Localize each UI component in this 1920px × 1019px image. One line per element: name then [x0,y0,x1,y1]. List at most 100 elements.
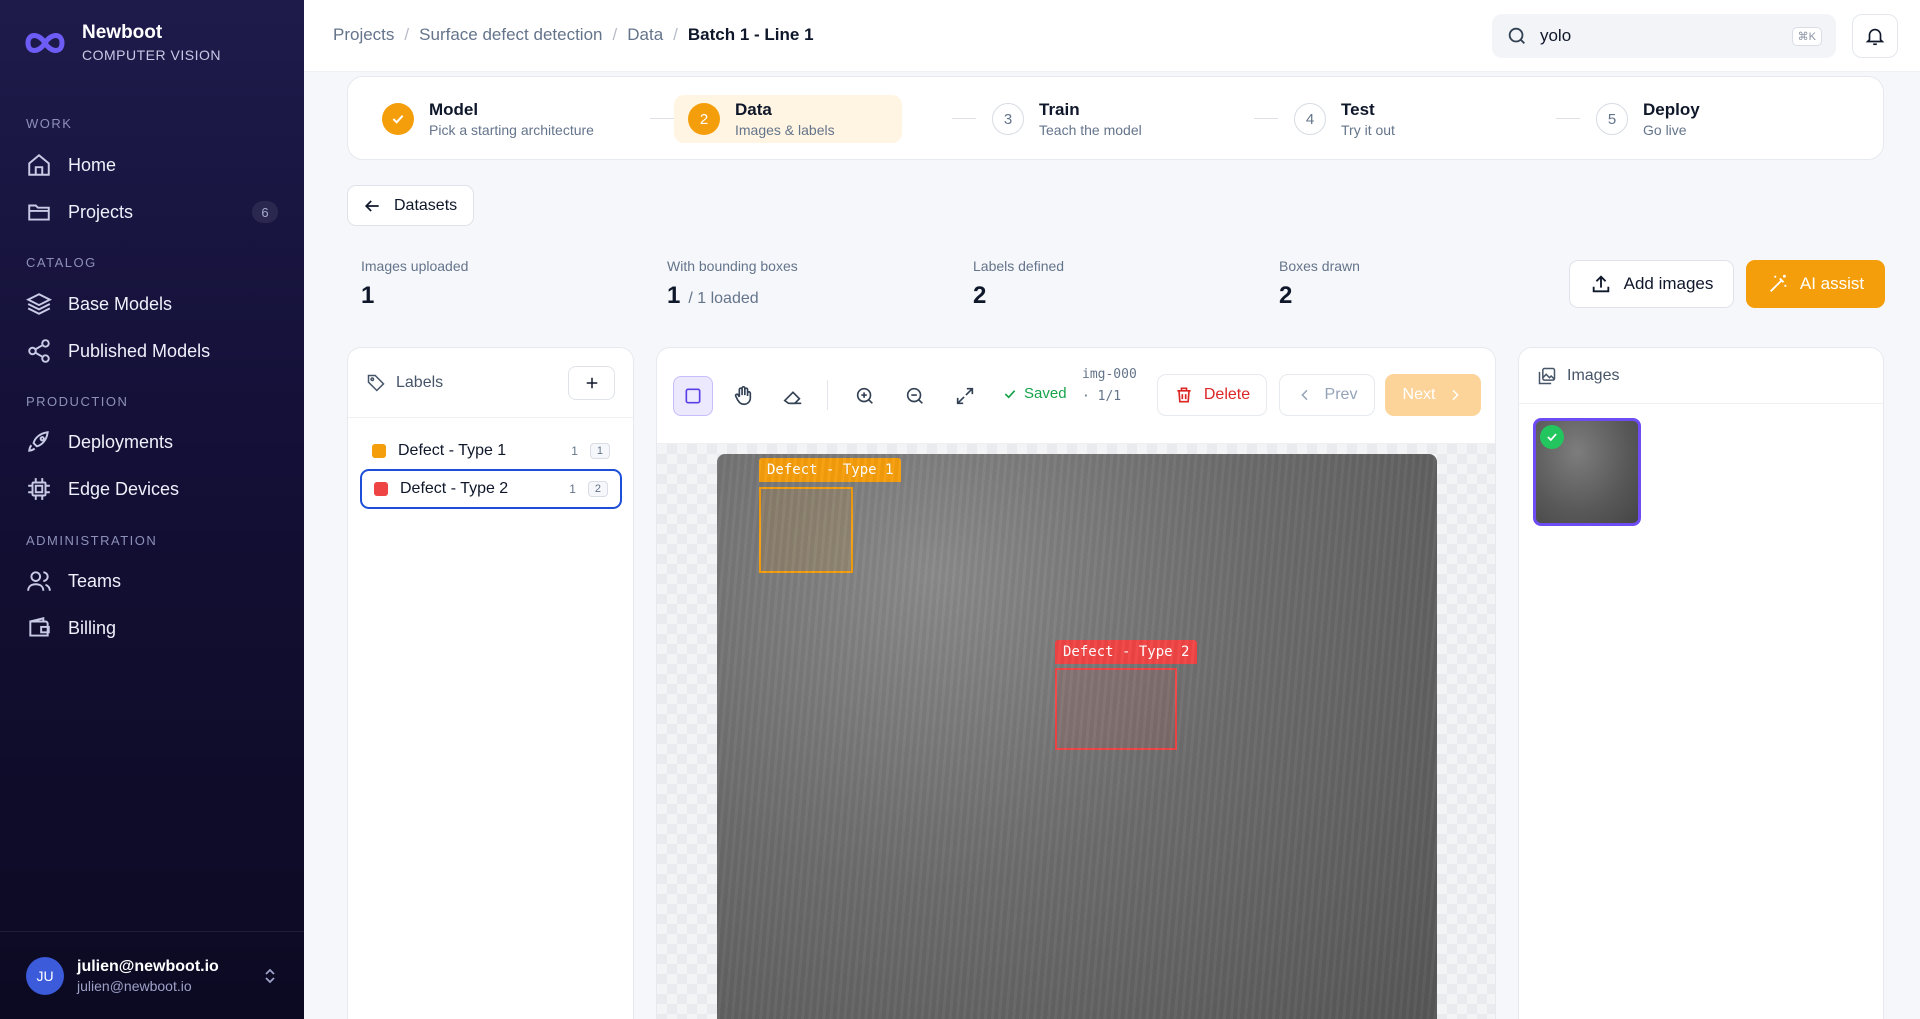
breadcrumb-current: Batch 1 - Line 1 [687,25,814,44]
step-deploy[interactable]: 5 Deploy Go live [1582,95,1714,143]
upload-icon [1592,275,1609,293]
nav-section-work: WORK [26,116,73,131]
images-icon [1538,367,1556,384]
search-box[interactable]: ⌘K [1492,14,1836,58]
breadcrumb-projects[interactable]: Projects [333,25,394,45]
notifications-button[interactable] [1852,14,1898,58]
zoom-in-icon [856,387,873,404]
user-email: julien@newboot.io [77,977,192,994]
brand-subtitle: COMPUTER VISION [82,47,221,63]
sidebar-item-billing[interactable]: Billing [26,608,278,648]
bounding-box-defect-type-2[interactable] [1055,668,1177,750]
stat-label: Boxes drawn [1279,258,1360,274]
rocket-icon [28,431,49,452]
nav-section-administration: ADMINISTRATION [26,533,158,548]
next-button[interactable]: Next [1385,374,1481,416]
step-model[interactable]: Model Pick a starting architecture [368,95,608,143]
sidebar-item-published-models[interactable]: Published Models [26,331,278,371]
breadcrumb-project[interactable]: Surface defect detection [419,25,602,45]
labels-panel: Labels Defect - Type 1 1 1 Defect - Type… [347,347,634,1019]
sidebar-item-teams[interactable]: Teams [26,561,278,601]
prev-button[interactable]: Prev [1279,374,1375,416]
check-icon [1004,389,1016,399]
step-number: 2 [688,103,720,135]
topbar: Projects / Surface defect detection / Da… [304,0,1920,72]
logo-icon [25,32,65,53]
step-number: 5 [1596,103,1628,135]
chevron-right-icon [1452,389,1460,401]
sidebar-item-label: Home [68,154,117,175]
step-data[interactable]: 2 Data Images & labels [674,95,902,143]
stat-value: 1 [667,282,681,309]
sidebar-item-home[interactable]: Home [26,145,278,185]
label-shortcut-key: 2 [587,481,608,497]
sidebar-item-label: Billing [68,617,117,638]
zoom-in-button[interactable] [845,376,885,416]
zoom-out-button[interactable] [895,376,935,416]
plus-icon [586,377,597,388]
delete-button[interactable]: Delete [1157,374,1267,416]
search-icon [1508,27,1525,44]
annotated-image[interactable]: Defect - Type 1 Defect - Type 2 [717,454,1437,1019]
trash-icon [1177,387,1191,403]
stat-with-bounding-boxes: With bounding boxes 1 / 1 loaded [667,258,798,310]
step-title: Test [1341,100,1375,119]
sidebar-item-edge-devices[interactable]: Edge Devices [26,469,278,509]
images-panel-header: Images [1519,348,1883,404]
ai-assist-button[interactable]: AI assist [1746,260,1885,308]
sidebar-item-label: Projects [68,201,134,222]
next-label: Next [1402,386,1436,403]
label-item-defect-type-2[interactable]: Defect - Type 2 1 2 [360,469,622,509]
labels-panel-title: Labels [396,373,444,391]
step-title: Deploy [1643,100,1700,119]
bounding-box-defect-type-1[interactable] [759,487,853,573]
eraser-icon [783,391,802,405]
sidebar-item-deployments[interactable]: Deployments [26,422,278,462]
label-name: Defect - Type 1 [398,442,507,459]
zoom-out-icon [906,387,923,404]
search-input[interactable] [1539,26,1780,46]
eraser-tool[interactable] [773,376,813,416]
brand[interactable]: Newboot COMPUTER VISION [24,22,221,63]
image-thumbnail[interactable] [1533,418,1641,526]
stat-value: 1 [361,282,375,309]
add-label-button[interactable] [568,365,615,400]
sidebar-item-base-models[interactable]: Base Models [26,284,278,324]
canvas-stage[interactable]: Defect - Type 1 Defect - Type 2 [657,444,1495,1019]
step-train[interactable]: 3 Train Teach the model [978,95,1156,143]
draw-box-tool[interactable] [673,376,713,416]
step-desc: Go live [1643,122,1687,138]
user-menu[interactable]: JU julien@newboot.io julien@newboot.io [0,931,304,1019]
pan-tool[interactable] [723,376,763,416]
search-shortcut: ⌘K [1791,26,1822,46]
step-connector [1254,118,1278,119]
add-images-button[interactable]: Add images [1569,260,1734,308]
bounding-box-tag: Defect - Type 2 [1055,640,1198,664]
back-to-datasets-button[interactable]: Datasets [347,185,474,226]
stat-labels-defined: Labels defined 2 [973,258,1064,310]
chevron-up-down-icon[interactable] [262,966,278,986]
label-color-swatch [374,482,388,496]
step-test[interactable]: 4 Test Try it out [1280,95,1409,143]
fit-to-screen-button[interactable] [945,376,985,416]
chevron-left-icon [1300,389,1308,401]
images-panel: Images [1518,347,1884,1019]
label-color-swatch [372,444,386,458]
sidebar-item-label: Base Models [68,293,173,314]
label-item-defect-type-1[interactable]: Defect - Type 1 1 1 [360,431,622,471]
sidebar-item-label: Deployments [68,431,174,452]
sidebar: Newboot COMPUTER VISION WORK Home Projec… [0,0,304,1019]
brand-name: Newboot [82,22,163,43]
layers-icon [26,293,52,315]
sidebar-item-label: Edge Devices [68,478,180,499]
home-icon [28,153,50,176]
step-title: Model [429,100,479,119]
stat-boxes-drawn: Boxes drawn 2 [1279,258,1360,310]
sidebar-item-projects[interactable]: Projects 6 [26,192,278,232]
nav-section-production: PRODUCTION [26,394,129,409]
wallet-icon [29,617,50,637]
breadcrumb-data[interactable]: Data [627,25,663,45]
label-name: Defect - Type 2 [400,480,509,497]
stat-suffix: / 1 loaded [688,290,759,307]
breadcrumb: Projects / Surface defect detection / Da… [333,25,814,45]
